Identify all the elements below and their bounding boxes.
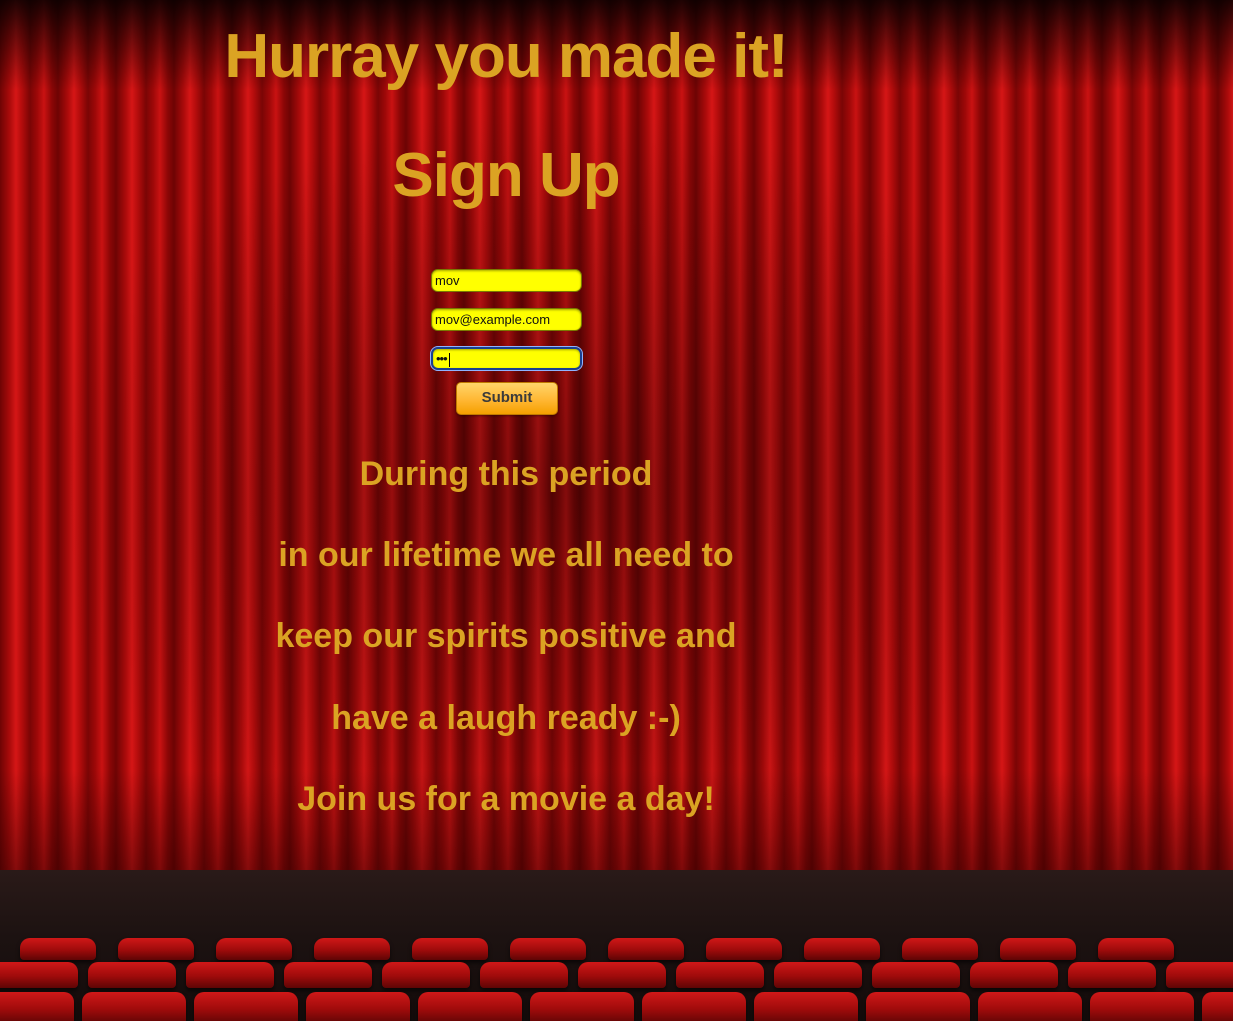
seat — [978, 992, 1082, 1021]
seat — [412, 938, 488, 960]
seat — [866, 992, 970, 1021]
page-headline: Hurray you made it! — [224, 22, 788, 91]
seat — [608, 938, 684, 960]
seat-row — [0, 992, 1233, 1021]
email-value: mov@example.com — [435, 312, 551, 327]
seat — [314, 938, 390, 960]
seat — [1166, 962, 1233, 988]
seat — [706, 938, 782, 960]
seat — [530, 992, 634, 1021]
message-line: in our lifetime we all need to — [278, 536, 734, 574]
email-input[interactable]: mov@example.com — [431, 308, 582, 331]
seat-row — [0, 962, 1233, 988]
seat — [510, 938, 586, 960]
message-line: have a laugh ready :-) — [331, 699, 681, 737]
seat — [20, 938, 96, 960]
seat — [642, 992, 746, 1021]
curtain-image — [0, 0, 1233, 890]
seat — [1098, 938, 1174, 960]
seat — [382, 962, 470, 988]
seat — [774, 962, 862, 988]
seat — [676, 962, 764, 988]
message-line: Join us for a movie a day! — [297, 780, 715, 818]
seat — [754, 992, 858, 1021]
seat — [1068, 962, 1156, 988]
seat — [82, 992, 186, 1021]
seat — [194, 992, 298, 1021]
seat — [0, 962, 78, 988]
message-line: keep our spirits positive and — [275, 617, 737, 655]
seat — [872, 962, 960, 988]
seat — [902, 938, 978, 960]
seat — [284, 962, 372, 988]
seat — [418, 992, 522, 1021]
password-value: ••• — [436, 351, 448, 366]
seat — [804, 938, 880, 960]
seat — [306, 992, 410, 1021]
seat — [88, 962, 176, 988]
submit-button[interactable]: Submit — [456, 382, 558, 415]
message-line: During this period — [359, 455, 653, 493]
seat — [1000, 938, 1076, 960]
seat — [186, 962, 274, 988]
username-value: mov — [435, 273, 460, 288]
password-input[interactable]: ••• — [430, 346, 583, 371]
text-caret — [448, 352, 450, 367]
seat — [0, 992, 74, 1021]
seat — [118, 938, 194, 960]
seat-row — [20, 938, 1174, 960]
username-input[interactable]: mov — [431, 269, 582, 292]
signup-title: Sign Up — [392, 141, 620, 210]
seat — [480, 962, 568, 988]
seat — [1090, 992, 1194, 1021]
seat — [970, 962, 1058, 988]
seat — [1202, 992, 1233, 1021]
seat — [578, 962, 666, 988]
seat — [216, 938, 292, 960]
